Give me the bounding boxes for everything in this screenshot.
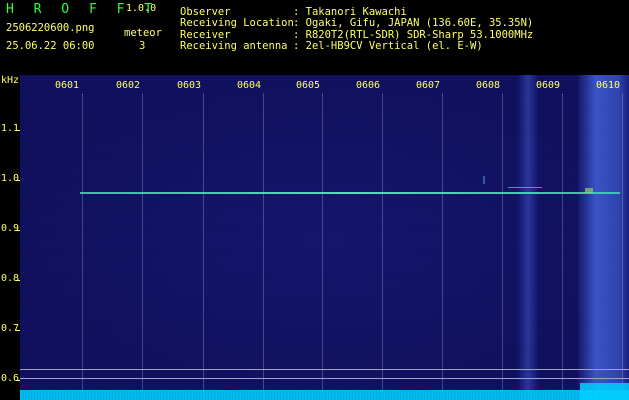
header-panel: H R O F F T 1.0.0 2506220600.png 25.06.2… — [0, 0, 629, 75]
time-grid-line — [322, 93, 323, 400]
time-grid-line — [203, 93, 204, 400]
meteor-echo-trace — [508, 187, 542, 188]
y-tick-label: 0.6 — [1, 373, 20, 384]
filename-label: 2506220600.png — [6, 22, 95, 34]
time-grid-line — [263, 93, 264, 400]
antenna-value: : 2el-HB9CV Vertical (el. E-W) — [293, 40, 483, 52]
antenna-key: Receiving antenna — [180, 40, 288, 52]
y-tick — [16, 130, 20, 131]
time-grid-line — [142, 93, 143, 400]
y-tick — [16, 180, 20, 181]
x-tick-label: 0602 — [116, 80, 141, 91]
x-tick-label: 0606 — [356, 80, 381, 91]
y-tick — [16, 380, 20, 381]
x-tick-label: 0603 — [177, 80, 202, 91]
x-tick-label: 0607 — [416, 80, 441, 91]
meteor-echo-trace — [483, 176, 485, 184]
meteor-echo-trace — [585, 188, 593, 193]
y-tick-label: 1.1 — [1, 123, 20, 134]
time-grid-line — [382, 93, 383, 400]
noise-level-trace — [580, 383, 629, 400]
y-tick — [16, 230, 20, 231]
y-tick-label: 0.8 — [1, 273, 20, 284]
carrier-signal-line — [80, 192, 620, 194]
location-key: Receiving Location — [180, 17, 294, 29]
time-grid-line — [622, 93, 623, 400]
x-tick-label: 0610 — [596, 80, 621, 91]
y-tick-label: 0.9 — [1, 223, 20, 234]
x-tick-label: 0601 — [55, 80, 80, 91]
x-tick-label: 0604 — [237, 80, 262, 91]
location-value: : Ogaki, Gifu, JAPAN (136.60E, 35.35N) — [293, 17, 534, 29]
mode-label: meteor — [124, 27, 162, 39]
time-grid-line — [82, 93, 83, 400]
datetime-label: 25.06.22 06:00 — [6, 40, 95, 52]
version-label: 1.0.0 — [126, 3, 157, 14]
noise-band-0608 — [517, 75, 539, 400]
time-grid-line — [502, 93, 503, 400]
y-tick-label: 0.7 — [1, 323, 20, 334]
y-tick — [16, 330, 20, 331]
reference-line — [20, 378, 629, 379]
y-axis-unit: kHz — [1, 75, 20, 86]
meteor-count: 3 — [139, 40, 146, 52]
time-grid-line — [562, 93, 563, 400]
noise-level-trace — [20, 390, 629, 400]
x-tick-label: 0608 — [476, 80, 501, 91]
y-tick — [16, 280, 20, 281]
reference-line — [20, 369, 629, 370]
x-tick-label: 0605 — [296, 80, 321, 91]
time-grid-line — [442, 93, 443, 400]
x-tick-label: 0609 — [536, 80, 561, 91]
y-tick-label: 1.0 — [1, 173, 20, 184]
